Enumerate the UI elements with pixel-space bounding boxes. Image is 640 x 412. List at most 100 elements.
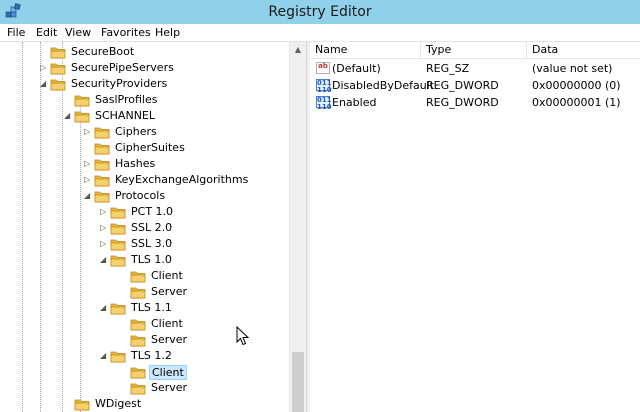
menu-bar: File Edit View Favorites Help: [0, 24, 640, 42]
tree-node-label[interactable]: Server: [149, 333, 189, 346]
collapsed-arrow-icon[interactable]: ▷: [84, 128, 92, 136]
tree-node-label[interactable]: TLS 1.1: [129, 301, 174, 314]
registry-values-list[interactable]: Name Type Data ab (Default) REG_SZ (value n…: [310, 42, 640, 412]
tree-node[interactable]: Client: [118, 316, 306, 332]
value-data: (value not set): [532, 62, 613, 75]
tree-node[interactable]: SecureBoot: [38, 44, 268, 60]
tree-node[interactable]: Client: [118, 364, 306, 380]
collapsed-arrow-icon[interactable]: ▷: [100, 240, 108, 248]
column-header-data[interactable]: Data: [527, 42, 640, 59]
value-name: DisabledByDefault: [332, 79, 435, 92]
tree-node-label[interactable]: Protocols: [113, 189, 167, 202]
tree-node[interactable]: ◢ TLS 1.0: [98, 252, 306, 268]
expanded-arrow-icon[interactable]: ◢: [100, 352, 108, 360]
tree-node-label[interactable]: TLS 1.2: [129, 349, 174, 362]
tree-guide-line: [22, 42, 23, 412]
tree-node-label[interactable]: SSL 3.0: [129, 237, 174, 250]
registry-key-tree[interactable]: SecureBoot ▷ SecurePipeServers ◢ SecurityPro…: [0, 42, 306, 412]
tree-node-label[interactable]: SaslProfiles: [93, 93, 159, 106]
collapsed-arrow-icon[interactable]: ▷: [40, 64, 48, 72]
menu-favorites[interactable]: Favorites: [101, 26, 151, 39]
column-header-name[interactable]: Name: [310, 42, 421, 59]
tree-node-label[interactable]: Client: [149, 317, 185, 330]
folder-icon: [94, 142, 110, 155]
tree-node[interactable]: ▷ PCT 1.0: [98, 204, 306, 220]
list-header: Name Type Data: [310, 42, 640, 59]
tree-node[interactable]: ▷ SecurePipeServers: [38, 60, 268, 76]
menu-help[interactable]: Help: [155, 26, 180, 39]
registry-value-row[interactable]: ab (Default) REG_SZ (value not set): [310, 60, 640, 77]
column-header-type[interactable]: Type: [421, 42, 527, 59]
tree-node[interactable]: Server: [118, 332, 306, 348]
tree-node[interactable]: Server: [118, 380, 306, 396]
tree-node[interactable]: ▷ SSL 2.0: [98, 220, 306, 236]
tree-node-label[interactable]: WDigest: [93, 397, 143, 410]
tree-node-label[interactable]: Client: [149, 365, 187, 380]
tree-node-label[interactable]: SecureBoot: [69, 45, 136, 58]
tree-node[interactable]: SaslProfiles: [62, 92, 292, 108]
folder-icon: [50, 46, 66, 59]
scrollbar-thumb[interactable]: [292, 352, 304, 412]
menu-edit[interactable]: Edit: [36, 26, 57, 39]
collapsed-arrow-icon[interactable]: ▷: [100, 208, 108, 216]
folder-icon: [130, 270, 146, 283]
folder-icon: [130, 366, 146, 379]
tree-node-label[interactable]: KeyExchangeAlgorithms: [113, 173, 250, 186]
tree-node[interactable]: ◢ TLS 1.2: [98, 348, 306, 364]
tree-node[interactable]: Client: [118, 268, 306, 284]
expanded-arrow-icon[interactable]: ◢: [100, 256, 108, 264]
tree-node[interactable]: WDigest: [62, 396, 292, 412]
folder-icon: [110, 302, 126, 315]
tree-node-label[interactable]: SSL 2.0: [129, 221, 174, 234]
tree-node-label[interactable]: Ciphers: [113, 125, 159, 138]
value-data: 0x00000000 (0): [532, 79, 621, 92]
tree-node-label[interactable]: SecurePipeServers: [69, 61, 176, 74]
value-name: Enabled: [332, 96, 377, 109]
tree-node-label[interactable]: Server: [149, 285, 189, 298]
collapsed-arrow-icon[interactable]: ▷: [84, 176, 92, 184]
tree-node-label[interactable]: Client: [149, 269, 185, 282]
value-name: (Default): [332, 62, 381, 75]
tree-node-label[interactable]: PCT 1.0: [129, 205, 175, 218]
folder-icon: [50, 62, 66, 75]
folder-icon: [74, 398, 90, 411]
collapsed-arrow-icon[interactable]: ▷: [100, 224, 108, 232]
expanded-arrow-icon[interactable]: ◢: [100, 304, 108, 312]
registry-value-row[interactable]: 011 110 Enabled REG_DWORD 0x00000001 (1): [310, 94, 640, 111]
tree-node-label[interactable]: SCHANNEL: [93, 109, 157, 122]
tree-node-label[interactable]: CipherSuites: [113, 141, 187, 154]
folder-icon: [94, 126, 110, 139]
folder-icon: [94, 174, 110, 187]
menu-file[interactable]: File: [7, 26, 25, 39]
tree-node[interactable]: ◢ SecurityProviders: [38, 76, 268, 92]
scroll-up-arrow-icon[interactable]: ▲: [290, 42, 306, 58]
title-bar[interactable]: Registry Editor: [0, 0, 640, 24]
tree-node-label[interactable]: Hashes: [113, 157, 157, 170]
value-data: 0x00000001 (1): [532, 96, 621, 109]
tree-node[interactable]: ▷ SSL 3.0: [98, 236, 306, 252]
tree-node-label[interactable]: Server: [149, 381, 189, 394]
expanded-arrow-icon[interactable]: ◢: [64, 112, 72, 120]
tree-node[interactable]: ◢ TLS 1.1: [98, 300, 306, 316]
tree-node-label[interactable]: SecurityProviders: [69, 77, 169, 90]
tree-node[interactable]: ▷ Hashes: [82, 156, 306, 172]
expanded-arrow-icon[interactable]: ◢: [40, 80, 48, 88]
registry-value-row[interactable]: 011 110 DisabledByDefault REG_DWORD 0x00000…: [310, 77, 640, 94]
folder-icon: [130, 318, 146, 331]
value-type: REG_SZ: [426, 62, 470, 75]
expanded-arrow-icon[interactable]: ◢: [84, 192, 92, 200]
tree-node[interactable]: ▷ KeyExchangeAlgorithms: [82, 172, 306, 188]
menu-view[interactable]: View: [65, 26, 91, 39]
tree-scrollbar[interactable]: ▲: [289, 42, 306, 412]
folder-icon: [110, 350, 126, 363]
tree-node[interactable]: ◢ Protocols: [82, 188, 306, 204]
tree-node[interactable]: Server: [118, 284, 306, 300]
tree-node-label[interactable]: TLS 1.0: [129, 253, 174, 266]
tree-node[interactable]: ◢ SCHANNEL: [62, 108, 292, 124]
value-type: REG_DWORD: [426, 96, 499, 109]
tree-node[interactable]: ▷ Ciphers: [82, 124, 306, 140]
tree-node[interactable]: CipherSuites: [82, 140, 306, 156]
folder-icon: [130, 382, 146, 395]
collapsed-arrow-icon[interactable]: ▷: [84, 160, 92, 168]
mouse-pointer-icon: [236, 326, 250, 346]
